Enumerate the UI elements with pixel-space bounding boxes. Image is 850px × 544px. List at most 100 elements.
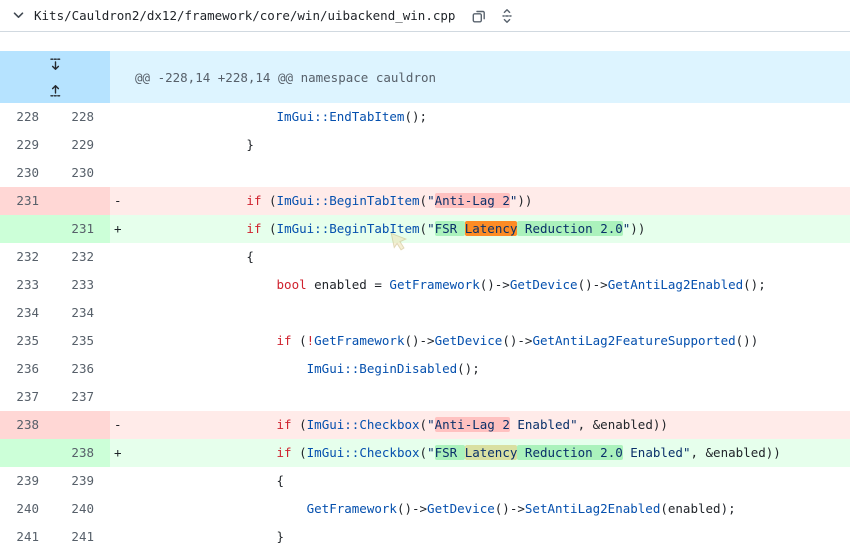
new-line-number[interactable]: 232 <box>55 243 110 271</box>
code-segment: Enabled" <box>623 445 691 460</box>
old-line-number[interactable]: 232 <box>0 243 55 271</box>
expand-down-icon[interactable] <box>0 51 110 77</box>
code-segment-highlight: FSR <box>435 221 465 236</box>
old-line-number[interactable]: 229 <box>0 131 55 159</box>
new-line-number[interactable]: 240 <box>55 495 110 523</box>
old-line-number[interactable]: 238 <box>0 411 55 439</box>
code-segment: , &enabled)) <box>578 417 668 432</box>
code-segment-highlight: Reduction 2.0 <box>517 221 622 236</box>
new-line-number[interactable]: 238 <box>55 439 110 467</box>
code-segment: { <box>277 473 285 488</box>
new-line-number[interactable]: 231 <box>55 215 110 243</box>
code-line: { <box>126 467 850 495</box>
clipped-code-strip <box>0 32 850 51</box>
code-segment: GetAntiLag2Enabled <box>608 277 743 292</box>
diff-row: 230230 <box>0 159 850 187</box>
diff-marker <box>110 103 126 131</box>
code-segment: GetDevice <box>510 277 578 292</box>
code-segment: " <box>427 445 435 460</box>
diff-viewer: Kits/Cauldron2/dx12/framework/core/win/u… <box>0 0 850 544</box>
code-segment: )) <box>517 193 532 208</box>
code-line: if (ImGui::Checkbox("Anti-Lag 2 Enabled"… <box>126 411 850 439</box>
code-segment-highlight: Reduction 2.0 <box>517 445 622 460</box>
code-segment-highlight: Anti-Lag 2 <box>435 193 510 208</box>
code-segment: ()-> <box>578 277 608 292</box>
code-segment: GetDevice <box>435 333 503 348</box>
diff-row: 234234 <box>0 299 850 327</box>
diff-row: 236236 ImGui::BeginDisabled(); <box>0 355 850 383</box>
code-line: if (ImGui::Checkbox("FSR Latency Reducti… <box>126 439 850 467</box>
old-line-number[interactable]: 235 <box>0 327 55 355</box>
expand-up-icon[interactable] <box>0 77 110 103</box>
new-line-number[interactable] <box>55 187 110 215</box>
new-line-number[interactable]: 230 <box>55 159 110 187</box>
code-segment: ( <box>420 417 428 432</box>
code-segment: } <box>246 137 254 152</box>
code-segment: " <box>427 417 435 432</box>
code-segment: (); <box>743 277 766 292</box>
code-segment: ( <box>292 445 307 460</box>
new-line-number[interactable]: 229 <box>55 131 110 159</box>
code-segment: if <box>277 333 292 348</box>
old-line-number[interactable]: 241 <box>0 523 55 544</box>
code-segment: ImGui::Checkbox <box>307 417 420 432</box>
code-segment: ()-> <box>502 333 532 348</box>
unfold-drag-icon[interactable] <box>496 5 518 27</box>
old-line-number[interactable]: 236 <box>0 355 55 383</box>
diff-marker <box>110 355 126 383</box>
diff-row: 241241 } <box>0 523 850 544</box>
new-line-number[interactable]: 235 <box>55 327 110 355</box>
diff-marker: + <box>110 215 126 243</box>
old-line-number[interactable]: 239 <box>0 467 55 495</box>
code-segment: if <box>246 193 261 208</box>
code-line: bool enabled = GetFramework()->GetDevice… <box>126 271 850 299</box>
diff-row: 238+ if (ImGui::Checkbox("FSR Latency Re… <box>0 439 850 467</box>
diff-row: 237237 <box>0 383 850 411</box>
diff-rows: 228228 ImGui::EndTabItem();229229 }23023… <box>0 103 850 544</box>
old-line-number[interactable]: 231 <box>0 187 55 215</box>
new-line-number[interactable]: 234 <box>55 299 110 327</box>
code-segment: ( <box>420 445 428 460</box>
old-line-number[interactable]: 234 <box>0 299 55 327</box>
old-line-number[interactable]: 230 <box>0 159 55 187</box>
new-line-number[interactable]: 236 <box>55 355 110 383</box>
code-segment: ()-> <box>397 501 427 516</box>
code-segment: ( <box>420 193 428 208</box>
code-segment: if <box>246 221 261 236</box>
new-line-number[interactable]: 239 <box>55 467 110 495</box>
code-line: if (ImGui::BeginTabItem("FSR Latency Red… <box>126 215 850 243</box>
old-line-number[interactable] <box>0 439 55 467</box>
code-segment: ImGui::BeginTabItem <box>277 221 420 236</box>
old-line-number[interactable]: 237 <box>0 383 55 411</box>
new-line-number[interactable] <box>55 411 110 439</box>
diff-row: 240240 GetFramework()->GetDevice()->SetA… <box>0 495 850 523</box>
diff-marker <box>110 383 126 411</box>
old-line-number[interactable] <box>0 215 55 243</box>
code-line: ImGui::BeginDisabled(); <box>126 355 850 383</box>
code-segment: } <box>277 529 285 544</box>
code-segment: , &enabled)) <box>690 445 780 460</box>
old-line-number[interactable]: 233 <box>0 271 55 299</box>
old-line-number[interactable]: 240 <box>0 495 55 523</box>
hunk-header: @@ -228,14 +228,14 @@ namespace cauldron <box>110 51 850 103</box>
diff-row: 235235 if (!GetFramework()->GetDevice()-… <box>0 327 850 355</box>
code-line: { <box>126 243 850 271</box>
code-segment: ( <box>261 221 276 236</box>
old-line-number[interactable]: 228 <box>0 103 55 131</box>
code-segment: SetAntiLag2Enabled <box>525 501 660 516</box>
diff-marker <box>110 159 126 187</box>
new-line-number[interactable]: 228 <box>55 103 110 131</box>
new-line-number[interactable]: 241 <box>55 523 110 544</box>
diff-marker <box>110 271 126 299</box>
code-segment: " <box>427 221 435 236</box>
code-line <box>126 299 850 327</box>
new-line-number[interactable]: 237 <box>55 383 110 411</box>
copy-icon[interactable] <box>468 5 490 27</box>
code-line <box>126 383 850 411</box>
code-line: GetFramework()->GetDevice()->SetAntiLag2… <box>126 495 850 523</box>
new-line-number[interactable]: 233 <box>55 271 110 299</box>
chevron-down-icon[interactable] <box>12 9 25 22</box>
code-segment-highlight: Anti-Lag 2 <box>435 417 510 432</box>
diff-row: 231+ if (ImGui::BeginTabItem("FSR Latenc… <box>0 215 850 243</box>
code-segment: ImGui::BeginTabItem <box>277 193 420 208</box>
